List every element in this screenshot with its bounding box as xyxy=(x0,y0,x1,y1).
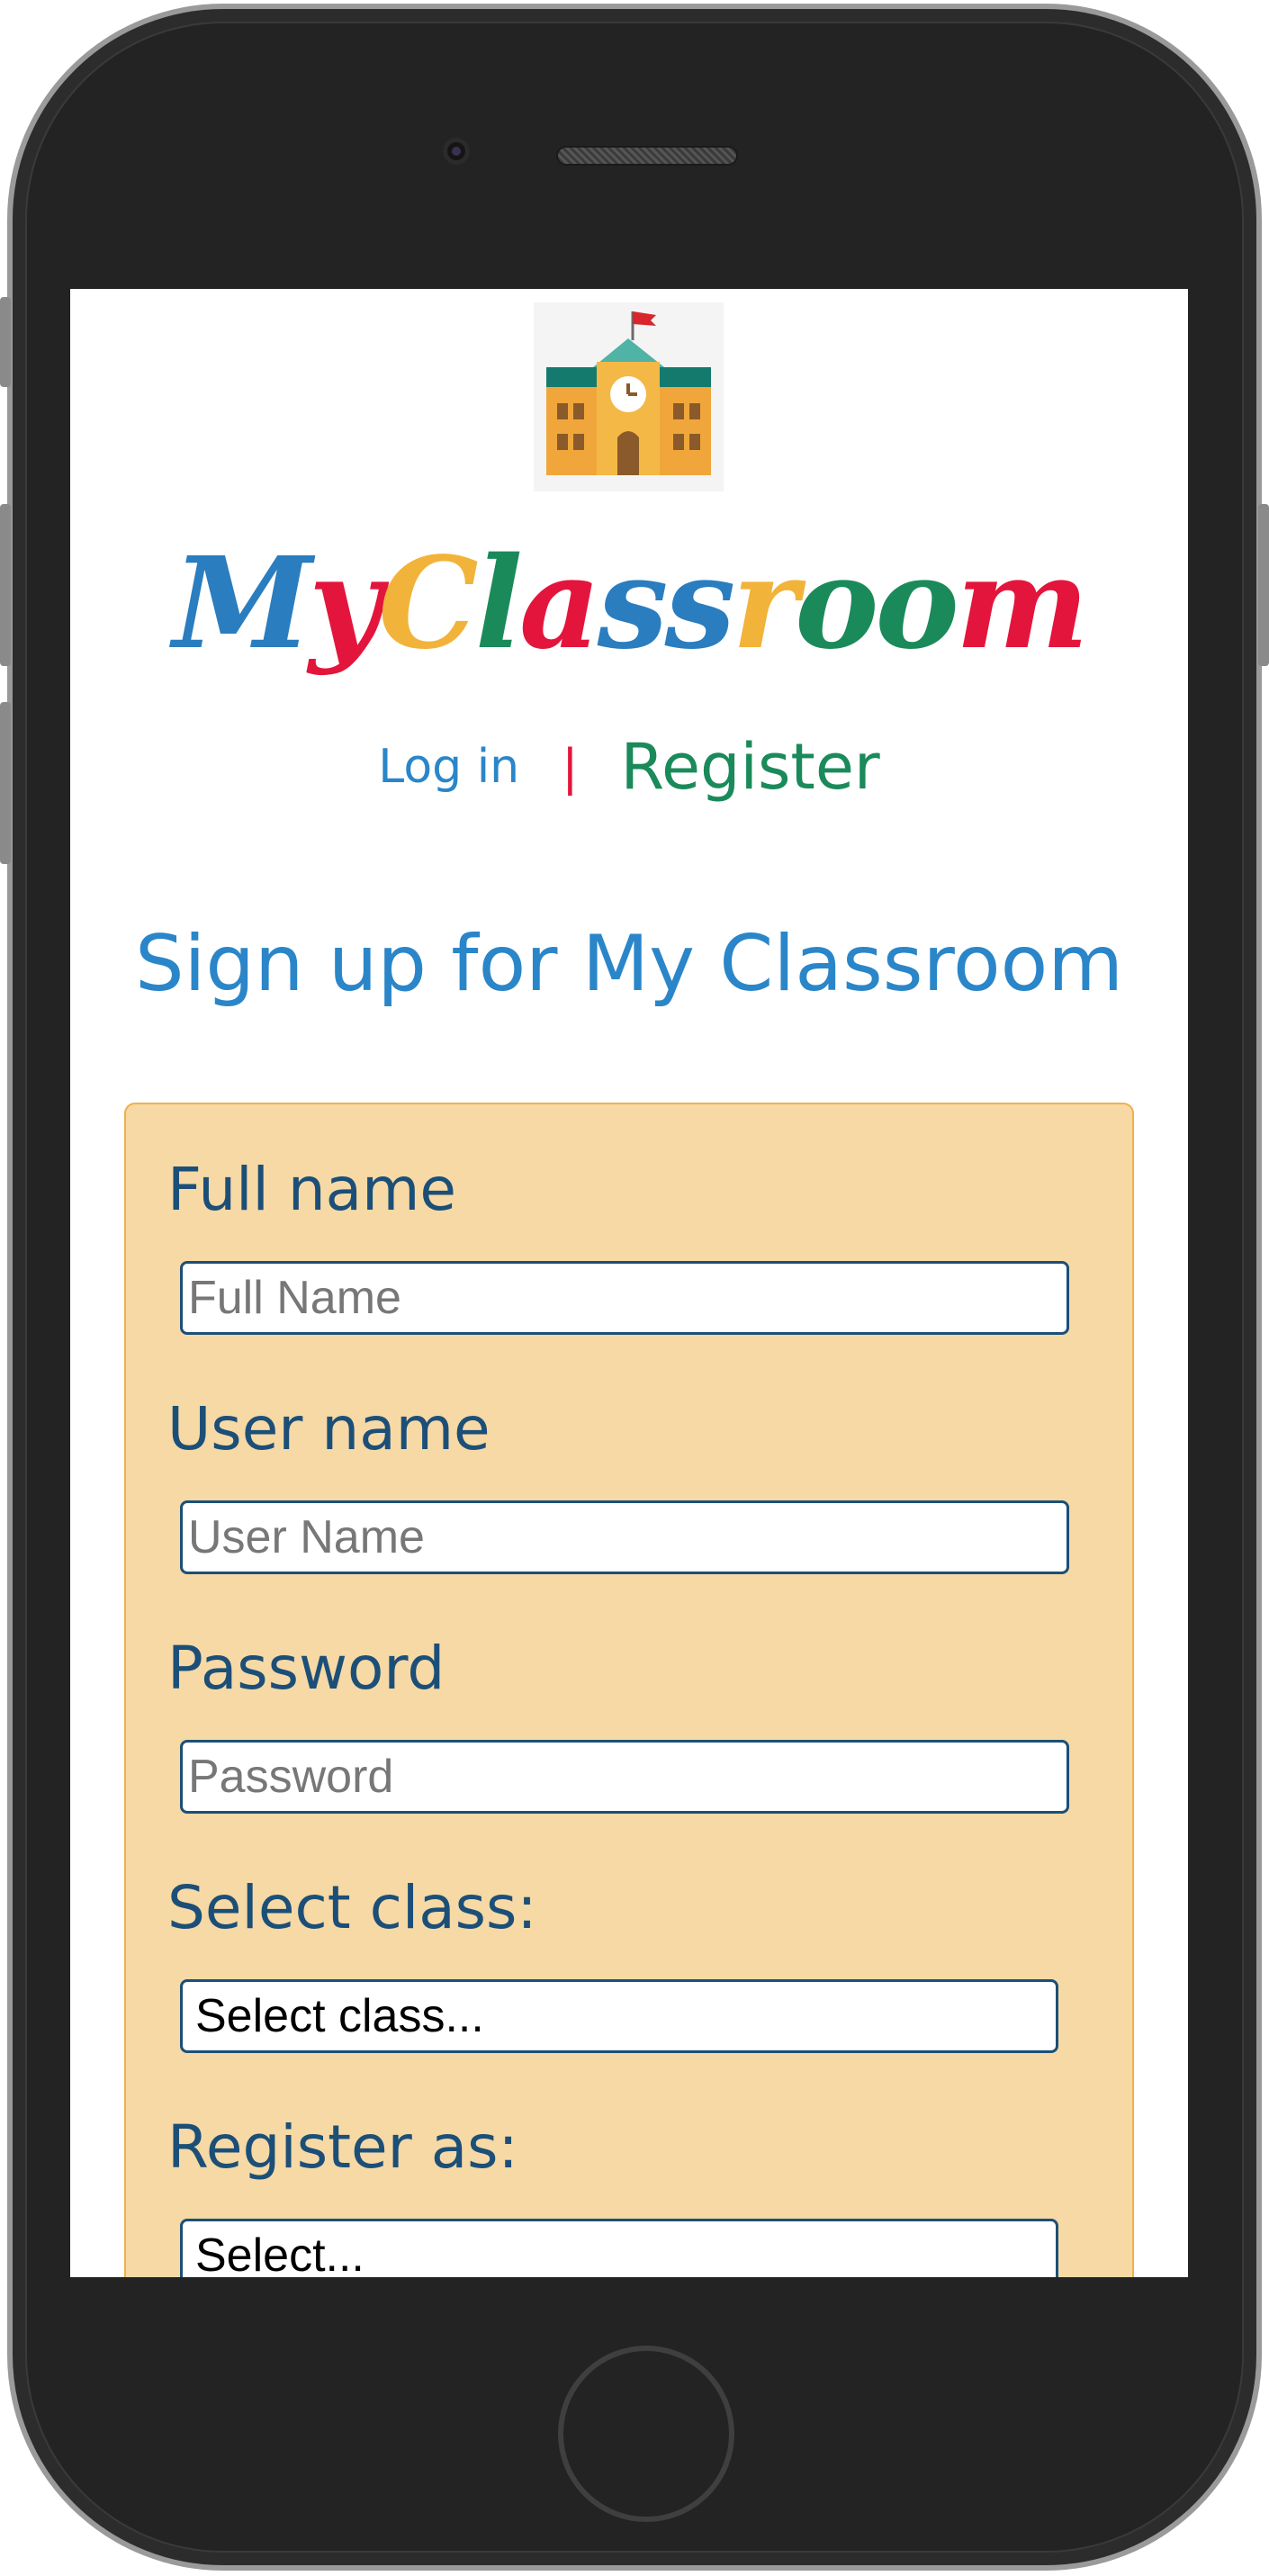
brand-letter: y xyxy=(308,530,382,678)
auth-nav: Log in | Register xyxy=(70,730,1188,804)
full-name-input[interactable] xyxy=(180,1261,1069,1335)
register-as-label: Register as: xyxy=(167,2112,518,2182)
password-input[interactable] xyxy=(180,1740,1069,1814)
volume-up-button xyxy=(0,504,11,666)
user-name-label: User name xyxy=(167,1394,490,1464)
full-name-label: Full name xyxy=(167,1155,457,1224)
home-button[interactable] xyxy=(558,2346,734,2522)
brand-letter: M xyxy=(172,530,312,678)
page-title: Sign up for My Classroom xyxy=(134,919,1124,1009)
signup-form: Full name User name Password Select clas… xyxy=(124,1103,1134,2277)
register-link[interactable]: Register xyxy=(621,730,880,804)
brand-letter: l xyxy=(474,530,523,678)
earpiece-speaker xyxy=(556,146,738,166)
password-label: Password xyxy=(167,1634,446,1703)
volume-down-button xyxy=(0,702,11,864)
select-class-label: Select class: xyxy=(167,1873,537,1942)
brand-letter: s xyxy=(664,530,736,678)
user-name-input[interactable] xyxy=(180,1500,1069,1574)
brand-letter: a xyxy=(518,530,601,678)
nav-separator: | xyxy=(562,738,579,796)
front-camera-icon xyxy=(443,138,470,165)
brand-letter: s xyxy=(597,530,669,678)
power-button xyxy=(1258,504,1269,666)
mute-switch xyxy=(0,297,11,387)
brand-letter: o xyxy=(795,530,878,678)
app-brand-logo: MyClassroom xyxy=(70,541,1188,667)
app-screen: MyClassroom Log in | Register Sign up fo… xyxy=(70,289,1188,2277)
class-select[interactable]: Select class... xyxy=(180,1979,1058,2053)
brand-letter: C xyxy=(378,530,478,678)
school-building-icon xyxy=(534,302,724,491)
login-link[interactable]: Log in xyxy=(378,740,519,794)
role-select[interactable]: Select... xyxy=(180,2219,1058,2277)
brand-letter: r xyxy=(732,530,798,678)
brand-letter: o xyxy=(875,530,958,678)
brand-letter: m xyxy=(955,530,1089,678)
